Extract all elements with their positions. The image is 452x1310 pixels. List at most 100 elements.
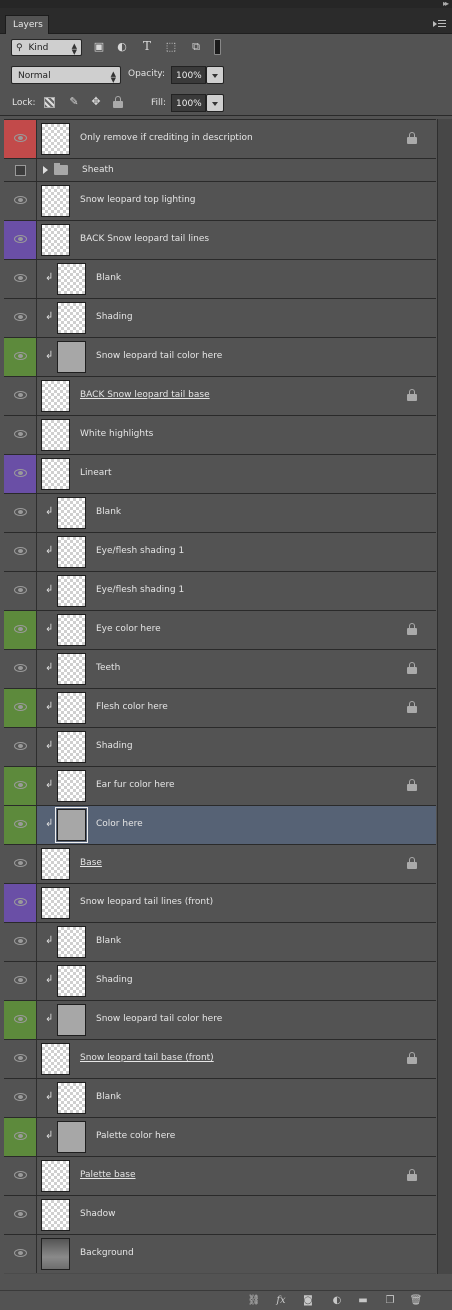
layer-row[interactable]: ↲ Shading bbox=[4, 298, 436, 337]
layer-thumbnail[interactable] bbox=[57, 536, 86, 568]
eye-icon[interactable] bbox=[14, 508, 27, 516]
layer-name[interactable]: Palette color here bbox=[96, 1131, 175, 1141]
layer-thumbnail[interactable] bbox=[41, 224, 70, 256]
layer-name[interactable]: White highlights bbox=[80, 429, 153, 439]
layer-name[interactable]: BACK Snow leopard tail lines bbox=[80, 234, 209, 244]
layer-row[interactable]: Snow leopard tail lines (front) bbox=[4, 883, 436, 922]
eye-icon[interactable] bbox=[14, 274, 27, 282]
eye-icon[interactable] bbox=[14, 430, 27, 438]
eye-icon[interactable] bbox=[14, 625, 27, 633]
layer-color-cell[interactable] bbox=[4, 572, 37, 610]
filter-kind-select[interactable]: ⚲ Kind ▲ ▼ bbox=[11, 39, 82, 56]
layer-color-cell[interactable] bbox=[4, 689, 37, 727]
layer-row[interactable]: ↲ Shading bbox=[4, 727, 436, 766]
lock-transparent-icon[interactable] bbox=[44, 97, 55, 108]
layer-thumbnail[interactable] bbox=[55, 807, 88, 843]
layers-scrollbar[interactable] bbox=[437, 119, 452, 1274]
layer-thumbnail[interactable] bbox=[57, 575, 86, 607]
layer-thumbnail[interactable] bbox=[57, 653, 86, 685]
eye-icon[interactable] bbox=[14, 469, 27, 477]
layer-thumbnail[interactable] bbox=[41, 1238, 70, 1270]
layer-name[interactable]: Lineart bbox=[80, 468, 112, 478]
eye-icon[interactable] bbox=[14, 1054, 27, 1062]
layer-color-cell[interactable] bbox=[4, 416, 37, 454]
layer-thumbnail[interactable] bbox=[57, 965, 86, 997]
layer-name[interactable]: BACK Snow leopard tail base bbox=[80, 390, 210, 400]
layer-color-cell[interactable] bbox=[4, 1157, 37, 1195]
layer-thumbnail[interactable] bbox=[41, 1043, 70, 1075]
opacity-input[interactable]: 100% bbox=[171, 66, 206, 84]
layer-row[interactable]: Only remove if crediting in description bbox=[4, 119, 436, 158]
layer-name[interactable]: Ear fur color here bbox=[96, 780, 175, 790]
layer-color-cell[interactable] bbox=[4, 260, 37, 298]
layer-name[interactable]: Shading bbox=[96, 741, 133, 751]
layer-name[interactable]: Teeth bbox=[96, 663, 120, 673]
layer-row[interactable]: ↲ Snow leopard tail color here bbox=[4, 1000, 436, 1039]
eye-icon[interactable] bbox=[14, 547, 27, 555]
image-filter-icon[interactable]: ▣ bbox=[92, 40, 106, 53]
layer-name[interactable]: Snow leopard tail lines (front) bbox=[80, 897, 213, 907]
expand-group-icon[interactable] bbox=[43, 166, 48, 174]
layer-color-cell[interactable] bbox=[4, 1079, 37, 1117]
lock-paint-icon[interactable]: ✎ bbox=[67, 95, 81, 108]
adjustment-filter-icon[interactable]: ◐ bbox=[115, 40, 129, 53]
layer-color-cell[interactable] bbox=[4, 1001, 37, 1039]
opacity-dropdown-button[interactable] bbox=[206, 66, 224, 84]
eye-icon[interactable] bbox=[14, 196, 27, 204]
layer-color-cell[interactable] bbox=[4, 728, 37, 766]
layer-name[interactable]: Blank bbox=[96, 1092, 121, 1102]
layer-row[interactable]: ↲ Shading bbox=[4, 961, 436, 1000]
shape-filter-icon[interactable]: ⬚ bbox=[164, 40, 178, 53]
eye-icon[interactable] bbox=[14, 859, 27, 867]
layer-color-cell[interactable] bbox=[4, 962, 37, 1000]
eye-icon[interactable] bbox=[14, 1210, 27, 1218]
new-adjustment-icon[interactable]: ◐ bbox=[330, 1295, 344, 1307]
layer-thumbnail[interactable] bbox=[57, 926, 86, 958]
layer-name[interactable]: Snow leopard tail base (front) bbox=[80, 1053, 214, 1063]
layer-color-cell[interactable] bbox=[4, 377, 37, 415]
layer-thumbnail[interactable] bbox=[41, 1160, 70, 1192]
layer-row[interactable]: ↲ Eye/flesh shading 1 bbox=[4, 532, 436, 571]
layer-row[interactable]: BACK Snow leopard tail base bbox=[4, 376, 436, 415]
layer-row[interactable]: Snow leopard tail base (front) bbox=[4, 1039, 436, 1078]
layer-color-cell[interactable] bbox=[4, 845, 37, 883]
eye-icon[interactable] bbox=[14, 352, 27, 360]
layer-color-cell[interactable] bbox=[4, 182, 37, 220]
layer-name[interactable]: Shadow bbox=[80, 1209, 116, 1219]
eye-icon[interactable] bbox=[14, 1015, 27, 1023]
layer-thumbnail[interactable] bbox=[41, 458, 70, 490]
lock-all-icon[interactable] bbox=[113, 96, 123, 108]
new-group-icon[interactable]: ▬ bbox=[356, 1295, 370, 1307]
layer-thumbnail[interactable] bbox=[57, 497, 86, 529]
layer-row[interactable]: Snow leopard top lighting bbox=[4, 181, 436, 220]
layer-color-cell[interactable] bbox=[4, 221, 37, 259]
layer-color-cell[interactable] bbox=[4, 494, 37, 532]
delete-layer-icon[interactable]: 🗑 bbox=[409, 1295, 423, 1307]
layer-thumbnail[interactable] bbox=[41, 185, 70, 217]
layer-thumbnail[interactable] bbox=[57, 263, 86, 295]
eye-icon[interactable] bbox=[14, 1171, 27, 1179]
layer-row[interactable]: ↲ Blank bbox=[4, 1078, 436, 1117]
layer-name[interactable]: Base bbox=[80, 858, 102, 868]
layer-color-cell[interactable] bbox=[4, 159, 37, 181]
layer-color-cell[interactable] bbox=[4, 299, 37, 337]
layer-thumbnail[interactable] bbox=[57, 692, 86, 724]
layer-color-cell[interactable] bbox=[4, 1196, 37, 1234]
type-filter-icon[interactable]: T bbox=[140, 39, 154, 53]
eye-icon[interactable] bbox=[14, 134, 27, 142]
eye-icon[interactable] bbox=[14, 586, 27, 594]
layer-row[interactable]: Sheath bbox=[4, 158, 436, 181]
layer-thumbnail[interactable] bbox=[57, 1004, 86, 1036]
eye-icon[interactable] bbox=[14, 313, 27, 321]
layer-row[interactable]: Background bbox=[4, 1234, 436, 1273]
layer-name[interactable]: Eye/flesh shading 1 bbox=[96, 585, 184, 595]
layer-row[interactable]: Palette base bbox=[4, 1156, 436, 1195]
layer-color-cell[interactable] bbox=[4, 884, 37, 922]
layer-thumbnail[interactable] bbox=[41, 848, 70, 880]
layer-color-cell[interactable] bbox=[4, 611, 37, 649]
layer-name[interactable]: Blank bbox=[96, 273, 121, 283]
layer-thumbnail[interactable] bbox=[41, 419, 70, 451]
layer-row[interactable]: ↲ Palette color here bbox=[4, 1117, 436, 1156]
layer-row[interactable]: ↲ Teeth bbox=[4, 649, 436, 688]
layer-name[interactable]: Snow leopard top lighting bbox=[80, 195, 196, 205]
